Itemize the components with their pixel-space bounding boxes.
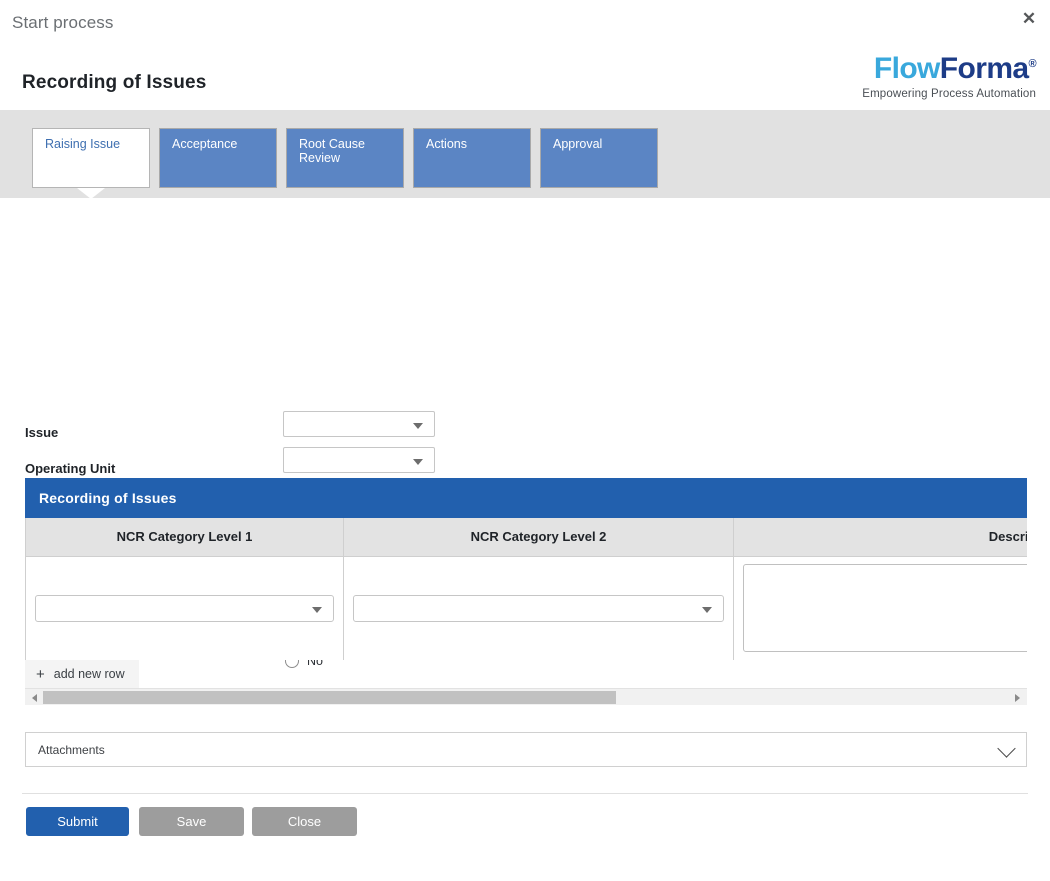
issues-table: NCR Category Level 1 NCR Category Level … [25,518,1027,660]
attachments-label: Attachments [38,743,105,757]
tab-approval[interactable]: Approval [540,128,658,188]
window-topbar: Start process ✕ [0,0,1050,52]
chevron-down-icon [312,606,322,613]
column-header-description: Description [733,518,1027,557]
submit-button[interactable]: Submit [26,807,129,836]
label-issue: Issue [25,425,59,440]
cell-ncr-category-level-1 [25,556,344,660]
scroll-right-arrow-icon[interactable] [1015,694,1020,702]
table-header-row: NCR Category Level 1 NCR Category Level … [25,518,1027,557]
page-title: Recording of Issues [22,72,207,93]
scroll-left-arrow-icon[interactable] [32,694,37,702]
save-button[interactable]: Save [139,807,244,836]
logo-registered-mark: ® [1028,58,1036,70]
start-process-label: Start process [12,13,114,32]
column-header-ncr-category-level-2: NCR Category Level 2 [343,518,734,557]
ncr-category-level-2-dropdown[interactable] [353,594,724,622]
logo-forma-text: Forma [939,52,1029,85]
chevron-down-icon [702,606,712,613]
operating-unit-dropdown[interactable] [283,447,435,473]
footer-divider [22,793,1028,794]
chevron-down-icon [413,423,423,429]
scrollbar-thumb[interactable] [43,691,616,704]
add-new-row-button[interactable]: + add new row [25,660,139,688]
tab-acceptance[interactable]: Acceptance [159,128,277,188]
issue-dropdown[interactable] [283,411,435,437]
flowforma-logo: FlowForma® Empowering Process Automation [862,52,1036,101]
description-textarea[interactable] [743,564,1027,652]
tab-root-cause-review[interactable]: Root Cause Review [286,128,404,188]
ncr-category-level-1-dropdown[interactable] [35,594,334,622]
logo-flow-text: Flow [873,52,941,85]
header-row: Recording of Issues FlowForma® Empowerin… [0,52,1050,110]
attachments-accordion[interactable]: Attachments [25,732,1027,767]
recording-of-issues-grid: Recording of Issues NCR Category Level 1… [25,478,1027,705]
issue-form: Issue Operating Unit Project NCR Raised … [0,198,1050,668]
chevron-down-icon[interactable] [997,739,1016,758]
plus-icon: + [36,665,45,683]
chevron-down-icon [413,459,423,465]
cell-description [733,556,1027,660]
column-header-ncr-category-level-1: NCR Category Level 1 [25,518,344,557]
label-operating-unit: Operating Unit [25,461,116,476]
grid-section-title: Recording of Issues [25,478,1027,518]
grid-scroll-viewport: NCR Category Level 1 NCR Category Level … [25,518,1027,660]
add-new-row-label: add new row [53,667,125,681]
process-tab-strip: Raising Issue Acceptance Root Cause Revi… [0,110,1050,199]
tab-raising-issue[interactable]: Raising Issue [32,128,150,188]
close-icon[interactable]: ✕ [1016,6,1042,32]
table-row [25,556,1027,660]
close-button[interactable]: Close [252,807,357,836]
tab-actions[interactable]: Actions [413,128,531,188]
grid-horizontal-scrollbar[interactable] [25,688,1027,705]
cell-ncr-category-level-2 [343,556,734,660]
logo-tagline: Empowering Process Automation [862,88,1036,100]
